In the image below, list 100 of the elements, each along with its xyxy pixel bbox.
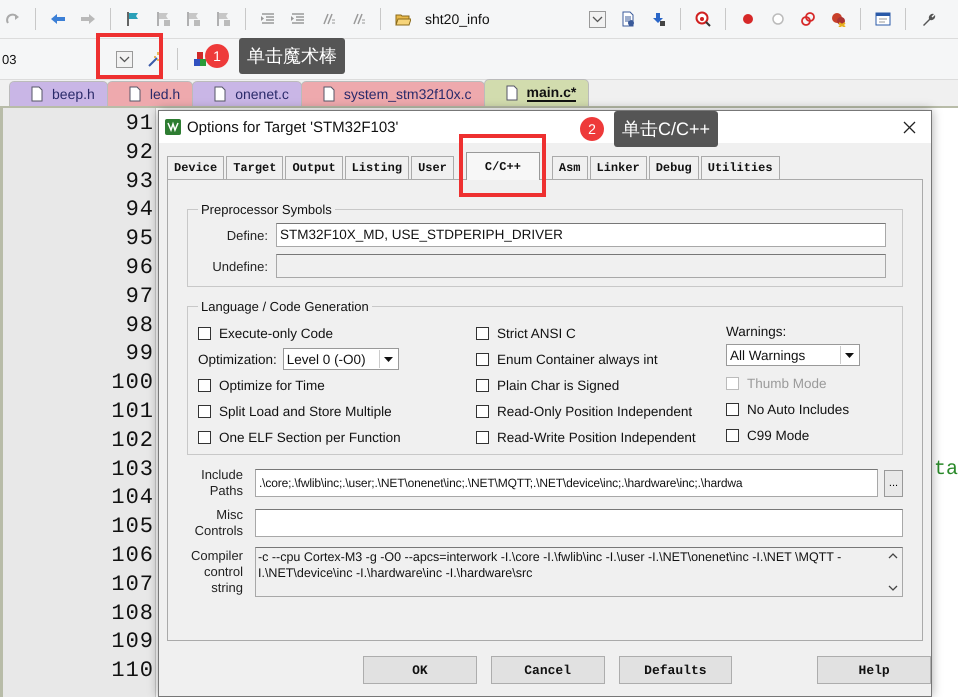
dialog-tab[interactable]: Linker: [590, 156, 647, 179]
find-combo-value[interactable]: sht20_info: [425, 11, 575, 27]
dialog-tab[interactable]: Output: [285, 156, 343, 179]
line-number: 98: [124, 312, 155, 340]
file-tab[interactable]: onenet.c: [192, 81, 302, 106]
file-tab[interactable]: led.h: [106, 81, 194, 106]
field-label: Define:: [226, 228, 268, 242]
breakpoint-cross-icon[interactable]: [830, 11, 846, 27]
line-number: 107: [110, 570, 155, 599]
line-number: 100: [110, 369, 155, 398]
dialog-title: Options for Target 'STM32F103': [187, 118, 398, 136]
blocks-icon[interactable]: [192, 51, 208, 67]
checkbox-label: One ELF Section per Function: [219, 430, 401, 444]
dialog-tab[interactable]: Device: [167, 156, 224, 179]
close-icon[interactable]: [902, 120, 917, 134]
indent-icon[interactable]: [290, 11, 306, 27]
dropdown-arrow-icon: [845, 352, 854, 358]
include-paths-field[interactable]: .\core;.\fwlib\inc;.\user;.\NET\onenet\inc;.\NET\MQTT;.\NET\device\inc;.\hardware\inc;.\hardwa: [255, 469, 878, 497]
dropdown-button[interactable]: [116, 50, 133, 68]
document-icon: [213, 86, 228, 102]
dropdown-arrow-icon: [384, 356, 393, 362]
dialog-button[interactable]: Defaults: [618, 656, 732, 684]
line-number: 96: [124, 254, 155, 282]
checkbox-label: Strict ANSI C: [497, 326, 576, 340]
misc-controls-field[interactable]: [255, 509, 903, 537]
checkbox[interactable]: [198, 326, 211, 340]
instruction-tooltip: 单击C/C++: [614, 111, 718, 147]
dialog-tab[interactable]: Listing: [344, 156, 410, 179]
dialog-tab[interactable]: Target: [226, 156, 284, 179]
line-number: 102: [110, 426, 155, 455]
document-icon: [322, 86, 336, 102]
dialog-button[interactable]: OK: [363, 656, 477, 684]
group-title: Language / Code Generation: [200, 299, 370, 314]
checkbox[interactable]: [198, 430, 211, 444]
dialog-button[interactable]: Help: [817, 656, 931, 684]
checkbox[interactable]: [476, 404, 489, 418]
group-title: Preprocessor Symbols: [200, 202, 333, 217]
line-number: 99: [124, 340, 155, 368]
checkbox[interactable]: [476, 352, 489, 366]
left-arrow-icon[interactable]: [50, 11, 66, 27]
flag-icon[interactable]: [125, 11, 141, 27]
window-icon[interactable]: [875, 11, 891, 27]
line-number: 93: [124, 168, 155, 196]
line-number: 101: [110, 398, 155, 426]
checkbox[interactable]: [476, 378, 489, 392]
file-icon[interactable]: [620, 11, 636, 27]
field-label: Undefine:: [211, 258, 268, 274]
line-number: 105: [110, 513, 155, 542]
checkbox[interactable]: [198, 404, 211, 418]
checkbox[interactable]: [726, 402, 739, 416]
app-icon: [165, 119, 181, 135]
file-tab[interactable]: system_stm32f10x.c: [300, 81, 485, 106]
checkbox-label: Execute-only Code: [219, 326, 334, 340]
checkbox-label: Split Load and Store Multiple: [219, 404, 392, 418]
dialog-tab[interactable]: C/C++: [466, 152, 540, 180]
dialog-button[interactable]: Cancel: [490, 656, 604, 684]
checkbox[interactable]: [726, 428, 739, 442]
line-number: 92: [124, 138, 155, 167]
line-number: 103: [110, 456, 155, 484]
checkbox[interactable]: [198, 378, 211, 392]
dropdown[interactable]: All Warnings: [726, 344, 860, 366]
file-tab[interactable]: main.c*: [484, 79, 590, 106]
checkbox-label: Thumb Mode: [747, 376, 827, 390]
document-icon: [128, 86, 142, 102]
dialog-tab[interactable]: Asm: [552, 156, 588, 179]
highlight-frame: [96, 33, 163, 79]
line-number: 97: [124, 282, 155, 311]
field-label: Include Paths: [200, 467, 243, 499]
file-tab[interactable]: beep.h: [9, 81, 108, 106]
dropdown-button[interactable]: [589, 10, 606, 28]
document-icon: [504, 85, 519, 101]
instruction-tooltip: 单击魔术棒: [239, 38, 345, 74]
rings-icon[interactable]: [800, 11, 816, 27]
magnifier-icon[interactable]: [695, 11, 711, 27]
dropdown[interactable]: Level 0 (-O0): [282, 348, 399, 370]
breakpoint-icon[interactable]: [740, 11, 756, 27]
dialog-tab[interactable]: Utilities: [700, 156, 780, 179]
line-number: 106: [110, 542, 155, 570]
field-label: Optimization:: [198, 352, 277, 366]
dialog-tab[interactable]: Debug: [648, 156, 699, 179]
checkbox[interactable]: [476, 430, 489, 444]
document-icon: [30, 86, 44, 102]
checkbox-label: C99 Mode: [747, 428, 810, 442]
line-number: 95: [124, 225, 155, 254]
code-text: ta: [934, 458, 958, 481]
checkbox-label: Optimize for Time: [219, 378, 325, 392]
checkbox-label: Plain Char is Signed: [497, 378, 620, 392]
dialog-tab[interactable]: User: [411, 156, 454, 179]
define-field[interactable]: STM32F10X_MD, USE_STDPERIPH_DRIVER: [276, 223, 886, 247]
line-number: 109: [110, 628, 155, 656]
target-combo-value[interactable]: 03: [0, 52, 102, 66]
indent-icon[interactable]: [260, 11, 276, 27]
line-number: 110: [110, 657, 155, 686]
checkbox[interactable]: [476, 326, 489, 340]
line-number: 91: [124, 110, 155, 138]
checkbox-label: Read-Write Position Independent: [497, 430, 696, 444]
field-label: Compiler control string: [190, 548, 243, 596]
field-label: Warnings:: [726, 324, 788, 341]
browse-button[interactable]: ...: [884, 470, 903, 496]
line-number: 94: [124, 196, 155, 224]
